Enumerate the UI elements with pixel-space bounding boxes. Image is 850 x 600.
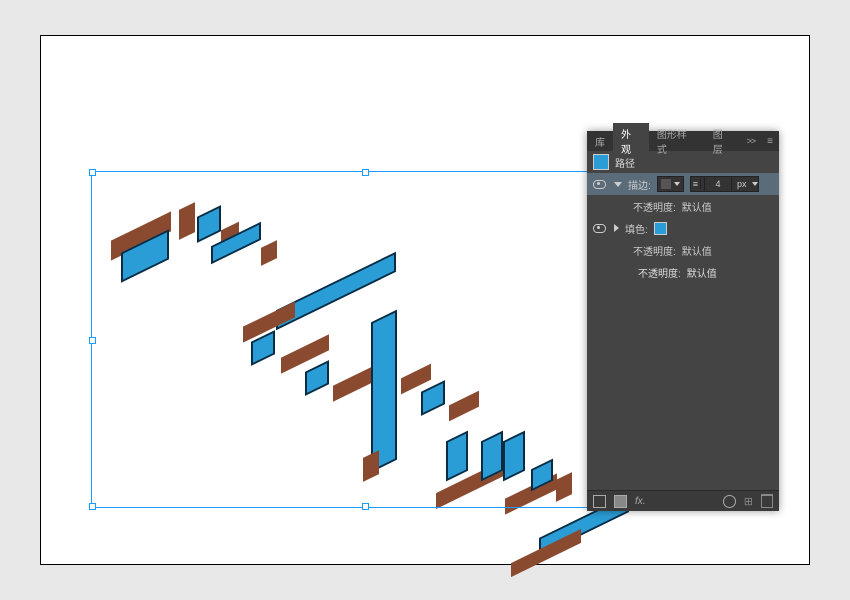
add-stroke-icon[interactable] [593,495,606,508]
stroke-opacity-label: 不透明度: [633,199,676,214]
panel-tabs: 库 外观 图形样式 图层 >> ≡ [587,131,779,151]
tab-layers[interactable]: 图层 [705,123,741,159]
stroke-color-select[interactable] [657,176,684,192]
stroke-weight-value[interactable]: 4 [704,176,732,192]
object-opacity-row[interactable]: 不透明度: 默认值 [587,261,779,283]
expand-fill-icon[interactable] [614,224,619,232]
resize-handle-ml[interactable] [89,337,96,344]
expand-stroke-icon[interactable] [614,182,622,187]
resize-handle-tm[interactable] [362,169,369,176]
fill-opacity-row[interactable]: 不透明度: 默认值 [587,239,779,261]
resize-handle-bl[interactable] [89,503,96,510]
artwork[interactable] [101,186,641,516]
app-window: 库 外观 图形样式 图层 >> ≡ 路径 描边: ≡ [40,35,810,565]
stroke-label: 描边: [628,177,651,192]
fill-color-swatch[interactable] [654,222,667,235]
chevron-down-icon [674,182,680,186]
fill-label: 填色: [625,221,648,236]
chevron-down-icon [752,182,758,186]
duplicate-item-icon[interactable]: ⊞ [744,495,753,508]
panel-body: 路径 描边: ≡ 4 px 不透明度: 默认值 [587,151,779,491]
fill-opacity-label: 不透明度: [633,243,676,258]
delete-item-icon[interactable] [761,494,773,508]
object-opacity-label: 不透明度: [638,265,681,280]
resize-handle-tl[interactable] [89,169,96,176]
clear-appearance-icon[interactable] [723,495,736,508]
tab-graphic-styles[interactable]: 图形样式 [649,123,705,159]
visibility-toggle-stroke[interactable] [593,180,606,189]
fill-row[interactable]: 填色: [587,217,779,239]
stroke-opacity-value: 默认值 [682,199,712,214]
fill-opacity-value: 默认值 [682,243,712,258]
object-type-label: 路径 [615,155,635,170]
panel-menu-icon[interactable]: ≡ [761,136,779,147]
appearance-panel: 库 外观 图形样式 图层 >> ≡ 路径 描边: ≡ [587,131,779,511]
panel-footer: fx. ⊞ [587,490,779,511]
add-fill-icon[interactable] [614,495,627,508]
visibility-toggle-fill[interactable] [593,224,606,233]
add-effect-button[interactable]: fx. [635,496,646,507]
stroke-weight-stepper[interactable]: ≡ 4 px [690,176,759,192]
stroke-row[interactable]: 描边: ≡ 4 px [587,173,779,195]
object-opacity-value: 默认值 [687,265,717,280]
stroke-weight-unit: px [735,179,749,189]
panel-expand-icon[interactable]: >> [741,136,762,146]
object-thumbnail [593,154,609,170]
stroke-color-swatch [661,179,671,189]
tab-libraries[interactable]: 库 [587,131,613,152]
stroke-opacity-row[interactable]: 不透明度: 默认值 [587,195,779,217]
